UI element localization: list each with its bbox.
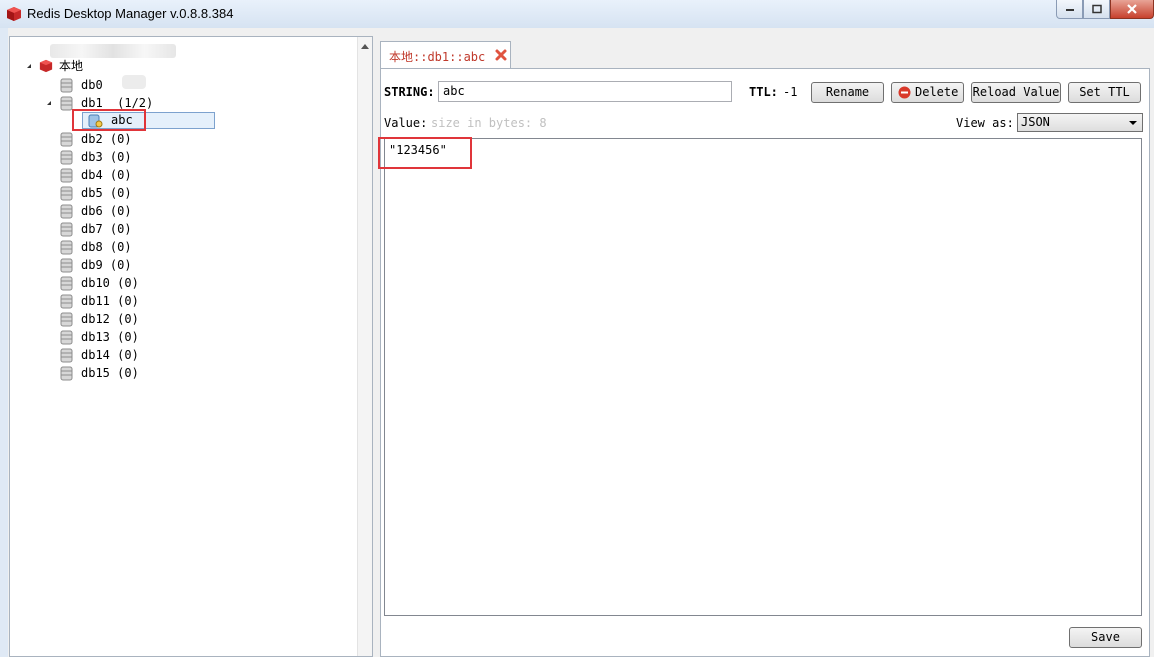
connection-tree[interactable]: 本地 db0 db1 (1/2) abc db2 (0) db3 (0) db4… <box>9 36 373 657</box>
delete-button[interactable]: Delete <box>891 82 964 103</box>
db-label: db0 <box>81 78 103 92</box>
tab-label: 本地::db1::abc <box>389 50 486 64</box>
database-icon <box>60 204 73 219</box>
tree-db-db6[interactable]: db6 (0) <box>58 202 258 220</box>
tree-db-db15[interactable]: db15 (0) <box>58 364 258 382</box>
database-icon <box>60 348 73 363</box>
tree-db-db13[interactable]: db13 (0) <box>58 328 258 346</box>
database-icon <box>60 258 73 273</box>
value-editor[interactable]: "123456" <box>378 137 1142 616</box>
minimize-button[interactable] <box>1056 0 1083 19</box>
connection-item[interactable]: 本地 <box>24 57 324 75</box>
rename-button[interactable]: Rename <box>811 82 884 103</box>
db-label: db3 (0) <box>81 150 132 164</box>
db-label: db13 (0) <box>81 330 139 344</box>
chevron-down-icon <box>1129 121 1137 125</box>
minimize-icon <box>1065 9 1074 11</box>
close-icon <box>1127 4 1137 14</box>
highlight-box <box>72 109 146 131</box>
collapse-arrow-icon[interactable] <box>24 64 31 68</box>
database-icon <box>60 366 73 381</box>
tab-key-abc[interactable]: 本地::db1::abc <box>380 41 511 69</box>
tree-db-db9[interactable]: db9 (0) <box>58 256 258 274</box>
delete-label: Delete <box>915 85 959 99</box>
database-icon <box>60 276 73 291</box>
tree-scrollbar[interactable] <box>357 37 372 656</box>
db-label: db9 (0) <box>81 258 132 272</box>
tree-db-db11[interactable]: db11 (0) <box>58 292 258 310</box>
tree-db-db4[interactable]: db4 (0) <box>58 166 258 184</box>
ttl-label: TTL: <box>749 85 778 99</box>
database-icon <box>60 78 73 93</box>
db-label: db6 (0) <box>81 204 132 218</box>
key-name-input[interactable]: abc <box>438 81 732 102</box>
tree-db-db5[interactable]: db5 (0) <box>58 184 258 202</box>
save-button[interactable]: Save <box>1069 627 1142 648</box>
tab-close-icon[interactable] <box>494 48 508 62</box>
value-label: Value: <box>384 116 428 130</box>
database-icon <box>60 294 73 309</box>
highlight-box <box>378 137 472 169</box>
ttl-value: -1 <box>783 85 798 99</box>
title-bar: Redis Desktop Manager v.0.8.8.384 <box>0 0 1154 28</box>
tree-db-db8[interactable]: db8 (0) <box>58 238 258 256</box>
database-icon <box>60 132 73 147</box>
collapse-arrow-icon[interactable] <box>44 101 51 105</box>
delete-icon <box>898 86 911 99</box>
key-content: STRING: abc TTL: -1 Rename Delete Reload… <box>378 68 1150 657</box>
db-label: db2 (0) <box>81 132 132 146</box>
type-label: STRING: <box>384 85 435 99</box>
database-icon <box>60 312 73 327</box>
scroll-up-icon[interactable] <box>361 44 369 49</box>
db-label: db8 (0) <box>81 240 132 254</box>
db-label: db12 (0) <box>81 312 139 326</box>
window-title: Redis Desktop Manager v.0.8.8.384 <box>27 6 234 21</box>
view-as-select[interactable]: JSON <box>1017 113 1143 132</box>
database-icon <box>60 240 73 255</box>
db-label: db4 (0) <box>81 168 132 182</box>
database-icon <box>60 222 73 237</box>
tab-strip: 本地::db1::abc <box>376 36 1154 69</box>
database-icon <box>60 168 73 183</box>
tree-db-db0[interactable]: db0 <box>58 76 258 94</box>
db-label: db7 (0) <box>81 222 132 236</box>
tree-db-db12[interactable]: db12 (0) <box>58 310 258 328</box>
connection-label: 本地 <box>59 59 84 73</box>
redis-server-icon <box>39 59 53 73</box>
db-label: db14 (0) <box>81 348 139 362</box>
db-label: db5 (0) <box>81 186 132 200</box>
tree-db-db7[interactable]: db7 (0) <box>58 220 258 238</box>
tree-db-db2[interactable]: db2 (0) <box>58 130 258 148</box>
value-size: size in bytes: 8 <box>431 116 547 130</box>
maximize-icon <box>1091 4 1102 14</box>
maximize-button[interactable] <box>1083 0 1110 19</box>
tree-db-db14[interactable]: db14 (0) <box>58 346 258 364</box>
tree-db-db10[interactable]: db10 (0) <box>58 274 258 292</box>
tree-db-db3[interactable]: db3 (0) <box>58 148 258 166</box>
view-as-value: JSON <box>1021 115 1050 129</box>
set-ttl-button[interactable]: Set TTL <box>1068 82 1141 103</box>
db-label: db15 (0) <box>81 366 139 380</box>
db-label: db10 (0) <box>81 276 139 290</box>
database-icon <box>60 330 73 345</box>
redis-app-icon <box>7 7 21 21</box>
db-label: db11 (0) <box>81 294 139 308</box>
reload-value-button[interactable]: Reload Value <box>971 82 1061 103</box>
close-button[interactable] <box>1110 0 1154 19</box>
key-editor-panel: 本地::db1::abc STRING: abc TTL: -1 Rename … <box>376 36 1154 657</box>
database-icon <box>60 186 73 201</box>
redacted-connection <box>50 44 176 58</box>
database-icon <box>60 150 73 165</box>
view-as-label: View as: <box>956 116 1014 130</box>
